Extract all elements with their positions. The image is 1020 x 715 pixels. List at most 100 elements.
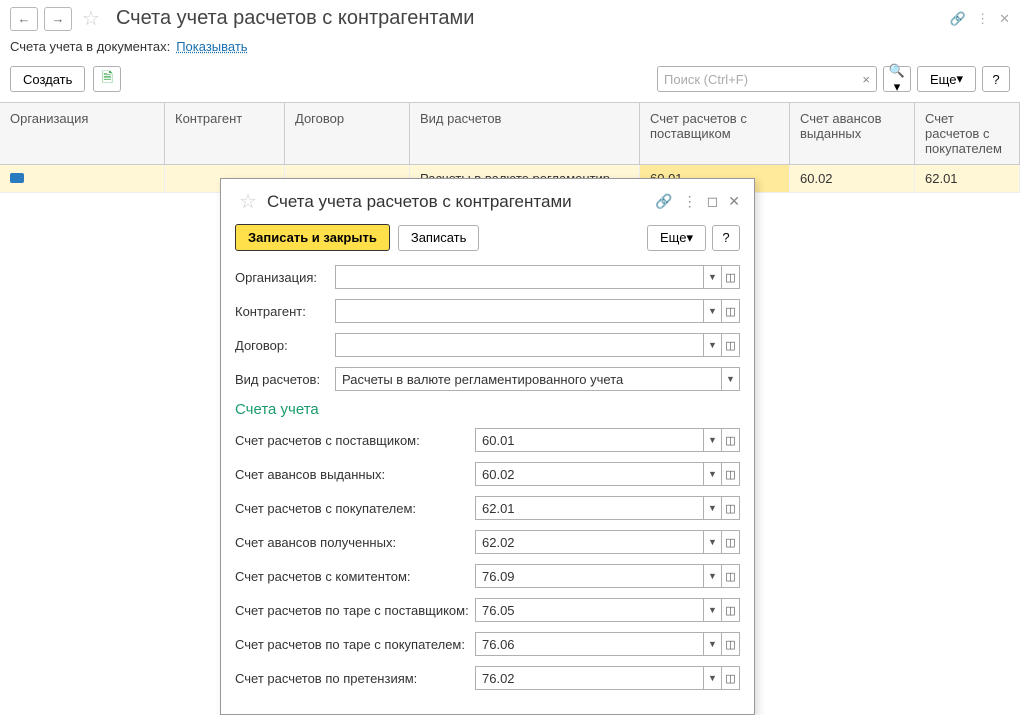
menu-dots-icon[interactable]: ⋮ [976, 11, 989, 27]
copy-button[interactable]: 🗎 [93, 66, 121, 92]
dialog-more-button[interactable]: Еще ▾ [647, 225, 706, 251]
td-customer-acct: 62.01 [915, 165, 1020, 193]
open-contragent[interactable]: ◫ [722, 299, 740, 323]
account-open[interactable]: ◫ [722, 666, 740, 690]
dropdown-org[interactable]: ▼ [704, 265, 722, 289]
dropdown-calc-type[interactable]: ▼ [722, 367, 740, 391]
td-org [0, 165, 165, 193]
account-input[interactable]: 60.02 [475, 462, 704, 486]
create-button[interactable]: Создать [10, 66, 85, 92]
search-input[interactable]: Поиск (Ctrl+F) × [657, 66, 877, 92]
account-row: Счет расчетов по претензиям:76.02▼◫ [235, 666, 740, 690]
account-dropdown[interactable]: ▼ [704, 462, 722, 486]
label-calc-type: Вид расчетов: [235, 372, 335, 387]
account-input[interactable]: 62.02 [475, 530, 704, 554]
account-dropdown[interactable]: ▼ [704, 666, 722, 690]
account-row: Счет расчетов с комитентом:76.09▼◫ [235, 564, 740, 588]
account-row: Счет расчетов с поставщиком:60.01▼◫ [235, 428, 740, 452]
input-contract[interactable] [335, 333, 704, 357]
account-label: Счет расчетов с поставщиком: [235, 433, 475, 448]
dialog-menu-icon[interactable]: ⋮ [683, 193, 697, 210]
close-icon[interactable]: ✕ [999, 11, 1010, 27]
clear-search-icon[interactable]: × [862, 72, 870, 87]
open-org[interactable]: ◫ [722, 265, 740, 289]
row-record-icon [10, 173, 24, 183]
td-advance-acct: 60.02 [790, 165, 915, 193]
th-advance-acct[interactable]: Счет авансов выданных [790, 103, 915, 165]
dialog-link-icon[interactable]: 🔗 [655, 193, 672, 210]
account-input[interactable]: 62.01 [475, 496, 704, 520]
nav-forward-button[interactable]: → [44, 7, 72, 31]
nav-back-button[interactable]: ← [10, 7, 38, 31]
show-link[interactable]: Показывать [176, 39, 247, 54]
account-dropdown[interactable]: ▼ [704, 428, 722, 452]
account-dropdown[interactable]: ▼ [704, 530, 722, 554]
page-header: ← → ☆ Счета учета расчетов с контрагента… [0, 0, 1020, 37]
account-dropdown[interactable]: ▼ [704, 564, 722, 588]
link-icon[interactable]: 🔗 [950, 11, 966, 27]
account-dropdown[interactable]: ▼ [704, 598, 722, 622]
account-open[interactable]: ◫ [722, 564, 740, 588]
page-title: Счета учета расчетов с контрагентами [116, 7, 474, 30]
input-calc-type[interactable]: Расчеты в валюте регламентированного уче… [335, 367, 722, 391]
row-calc-type: Вид расчетов: Расчеты в валюте регламент… [235, 367, 740, 391]
label-org: Организация: [235, 270, 335, 285]
account-label: Счет расчетов по претензиям: [235, 671, 475, 686]
account-label: Счет расчетов с покупателем: [235, 501, 475, 516]
help-button[interactable]: ? [982, 66, 1010, 92]
dialog-star-icon[interactable]: ☆ [239, 189, 257, 214]
favorite-star-icon[interactable]: ☆ [82, 6, 100, 31]
edit-dialog: ☆ Счета учета расчетов с контрагентами 🔗… [220, 178, 755, 715]
account-open[interactable]: ◫ [722, 632, 740, 656]
table-header: Организация Контрагент Договор Вид расче… [0, 103, 1020, 165]
save-button[interactable]: Записать [398, 225, 480, 251]
account-label: Счет авансов выданных: [235, 467, 475, 482]
account-row: Счет авансов выданных:60.02▼◫ [235, 462, 740, 486]
section-accounts: Счета учета [235, 401, 740, 418]
account-input[interactable]: 76.06 [475, 632, 704, 656]
search-run-button[interactable]: 🔍 ▾ [883, 66, 911, 92]
save-close-button[interactable]: Записать и закрыть [235, 224, 390, 251]
th-customer-acct[interactable]: Счет расчетов с покупателем [915, 103, 1020, 165]
th-calc-type[interactable]: Вид расчетов [410, 103, 640, 165]
search-placeholder: Поиск (Ctrl+F) [664, 72, 772, 87]
account-row: Счет расчетов с покупателем:62.01▼◫ [235, 496, 740, 520]
account-input[interactable]: 76.02 [475, 666, 704, 690]
dialog-maximize-icon[interactable]: ◻ [707, 193, 719, 210]
dialog-help-button[interactable]: ? [712, 225, 740, 251]
dropdown-contragent[interactable]: ▼ [704, 299, 722, 323]
toolbar: Создать 🗎 Поиск (Ctrl+F) × 🔍 ▾ Еще ▾ ? [0, 62, 1020, 102]
account-input[interactable]: 76.09 [475, 564, 704, 588]
account-input[interactable]: 60.01 [475, 428, 704, 452]
input-org[interactable] [335, 265, 704, 289]
account-label: Счет расчетов по таре с покупателем: [235, 637, 475, 652]
th-org[interactable]: Организация [0, 103, 165, 165]
open-contract[interactable]: ◫ [722, 333, 740, 357]
account-open[interactable]: ◫ [722, 530, 740, 554]
account-dropdown[interactable]: ▼ [704, 632, 722, 656]
more-button[interactable]: Еще ▾ [917, 66, 976, 92]
th-contract[interactable]: Договор [285, 103, 410, 165]
account-open[interactable]: ◫ [722, 496, 740, 520]
account-label: Счет расчетов с комитентом: [235, 569, 475, 584]
account-dropdown[interactable]: ▼ [704, 496, 722, 520]
account-open[interactable]: ◫ [722, 598, 740, 622]
subheader-label: Счета учета в документах: [10, 39, 170, 54]
dialog-toolbar: Записать и закрыть Записать Еще ▾ ? [235, 224, 740, 251]
row-contract: Договор: ▼ ◫ [235, 333, 740, 357]
subheader: Счета учета в документах: Показывать [0, 37, 1020, 62]
document-icon: 🗎 [102, 67, 113, 91]
row-contragent: Контрагент: ▼ ◫ [235, 299, 740, 323]
th-contragent[interactable]: Контрагент [165, 103, 285, 165]
account-open[interactable]: ◫ [722, 462, 740, 486]
account-row: Счет расчетов по таре с поставщиком:76.0… [235, 598, 740, 622]
account-open[interactable]: ◫ [722, 428, 740, 452]
label-contract: Договор: [235, 338, 335, 353]
account-input[interactable]: 76.05 [475, 598, 704, 622]
th-supplier-acct[interactable]: Счет расчетов с поставщиком [640, 103, 790, 165]
dialog-close-icon[interactable]: ✕ [728, 193, 740, 210]
dropdown-contract[interactable]: ▼ [704, 333, 722, 357]
input-contragent[interactable] [335, 299, 704, 323]
account-label: Счет авансов полученных: [235, 535, 475, 550]
dialog-title: Счета учета расчетов с контрагентами [267, 192, 572, 212]
